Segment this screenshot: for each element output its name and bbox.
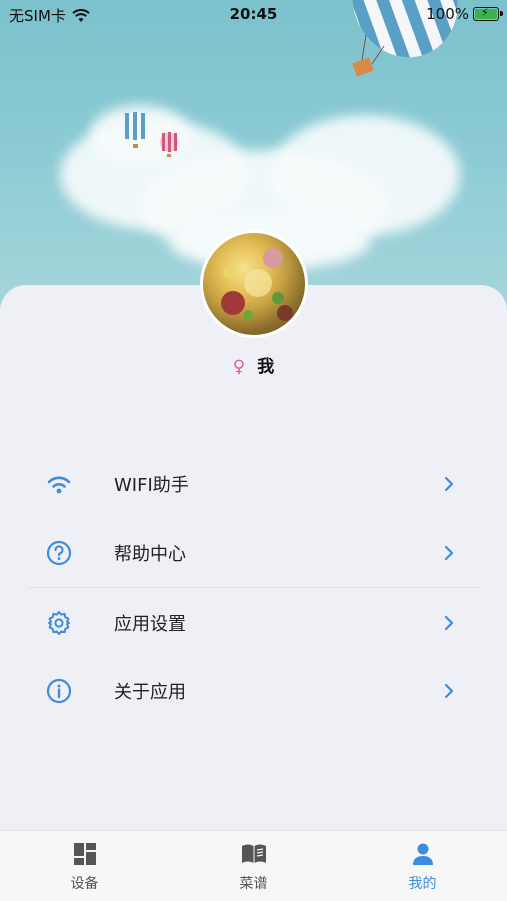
help-icon — [45, 539, 73, 567]
chevron-right-icon — [444, 545, 454, 561]
chevron-right-icon — [444, 476, 454, 492]
chevron-right-icon — [444, 615, 454, 631]
menu-label: 关于应用 — [114, 682, 186, 703]
menu-label: 帮助中心 — [114, 544, 186, 565]
balloon-pink-icon — [160, 132, 178, 157]
battery-icon: ⚡ — [473, 6, 503, 21]
female-icon: ♀ — [232, 357, 246, 377]
tab-mine[interactable]: 我的 — [338, 831, 507, 901]
menu-label: WIFI助手 — [114, 475, 189, 496]
gear-icon — [45, 609, 73, 637]
username-row: ♀ 我 — [0, 352, 507, 377]
menu-item-help[interactable]: 帮助中心 — [0, 519, 507, 587]
status-bar: 无SIM卡 20:45 100% ⚡ — [0, 0, 507, 28]
tab-label: 菜谱 — [239, 876, 268, 892]
chevron-right-icon — [444, 683, 454, 699]
menu-divider — [28, 587, 480, 588]
info-icon — [45, 677, 73, 705]
dashboard-icon — [74, 843, 96, 865]
menu-label: 应用设置 — [114, 614, 186, 635]
tab-recipes[interactable]: 菜谱 — [169, 831, 338, 901]
person-icon — [413, 843, 433, 865]
tab-bar: 设备 菜谱 我的 — [0, 830, 507, 901]
tab-label: 设备 — [70, 876, 99, 892]
book-icon — [242, 844, 266, 863]
tab-devices[interactable]: 设备 — [0, 831, 169, 901]
balloon-small-icon — [122, 112, 148, 148]
wifi-icon — [45, 470, 73, 498]
username: 我 — [257, 357, 275, 377]
menu-item-settings[interactable]: 应用设置 — [0, 589, 507, 657]
tab-label: 我的 — [408, 876, 437, 892]
menu-item-about[interactable]: 关于应用 — [0, 657, 507, 725]
avatar[interactable] — [200, 230, 308, 338]
food-photo-icon — [221, 248, 293, 321]
battery-percent: 100% — [426, 5, 469, 23]
menu-item-wifi[interactable]: WIFI助手 — [0, 450, 507, 518]
